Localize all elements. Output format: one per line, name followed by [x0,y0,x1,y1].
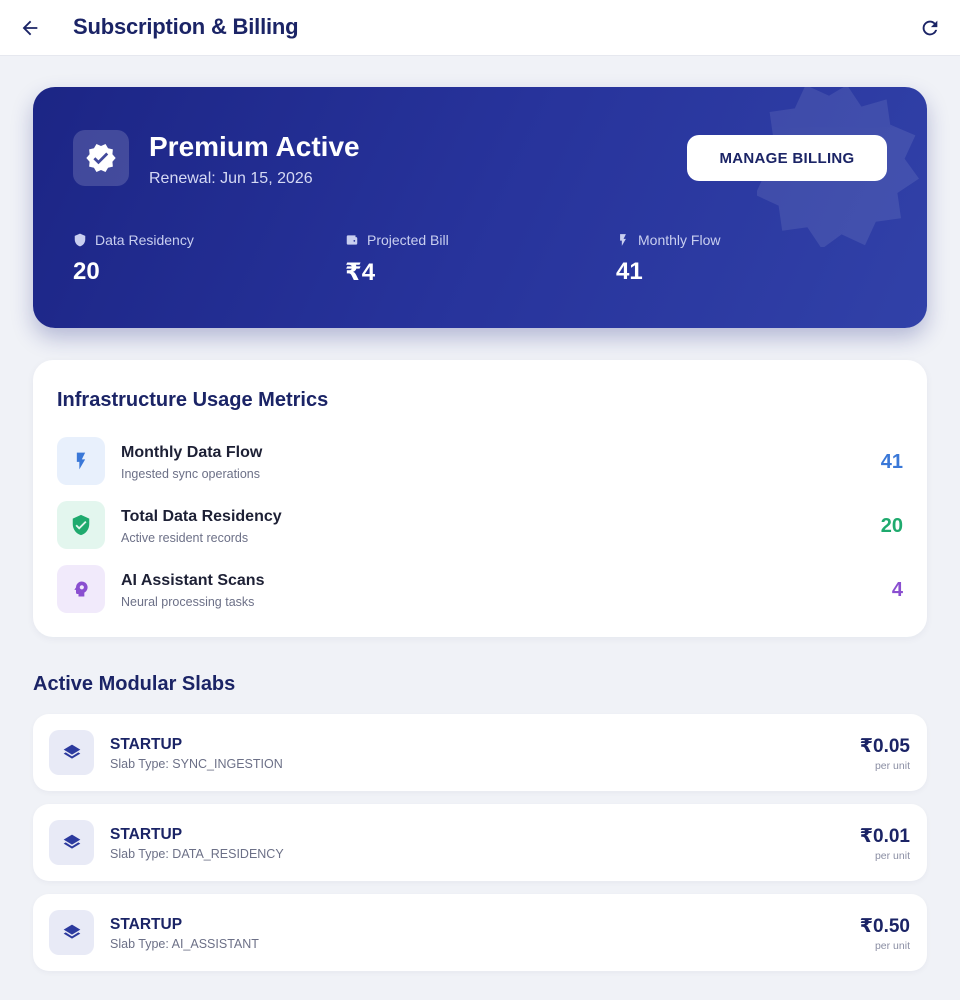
stat-monthly-flow: Monthly Flow 41 [616,232,720,286]
shield-check-icon [57,501,105,549]
page-title: Subscription & Billing [73,14,299,39]
plan-status-title: Premium Active [149,131,360,162]
slab-price-unit: per unit [874,940,910,952]
stat-data-residency: Data Residency 20 [73,232,194,286]
slab-price: ₹0.01 [859,826,910,847]
slab-tier: STARTUP [110,916,183,933]
stat-value: 41 [616,258,643,285]
usage-metrics-card: Infrastructure Usage Metrics Monthly Dat… [33,360,927,637]
slabs-section-title: Active Modular Slabs [33,673,236,695]
stat-projected-bill: Projected Bill ₹4 [345,232,449,287]
stat-label: Monthly Flow [638,232,721,248]
metric-description: Ingested sync operations [121,467,260,481]
metric-name: Total Data Residency [121,508,282,525]
metric-value: 41 [880,451,903,473]
metric-name: AI Assistant Scans [121,572,265,589]
slab-type: Slab Type: SYNC_INGESTION [110,757,283,771]
slab-price: ₹0.50 [859,916,910,937]
shield-icon [74,233,86,247]
metric-description: Neural processing tasks [121,595,255,609]
slab-type: Slab Type: DATA_RESIDENCY [110,847,284,861]
metric-value: 20 [880,515,903,537]
stat-label: Data Residency [95,232,194,248]
layers-icon [49,730,94,775]
usage-metrics-heading: Infrastructure Usage Metrics [57,389,329,411]
metric-row-total-data-residency: Total Data Residency Active resident rec… [57,501,903,549]
subscription-hero-card: Premium Active Renewal: Jun 15, 2026 MAN… [33,87,927,328]
slab-type: Slab Type: AI_ASSISTANT [110,937,259,951]
app-bar: Subscription & Billing [0,0,960,56]
slab-tier: STARTUP [110,736,183,753]
bolt-icon [620,234,626,246]
manage-billing-button[interactable]: MANAGE BILLING [687,135,887,181]
refresh-icon[interactable] [916,14,944,42]
layers-icon [49,820,94,865]
layers-icon [49,910,94,955]
slab-price-unit: per unit [874,760,910,772]
metric-name: Monthly Data Flow [121,444,263,461]
stat-value: 20 [73,258,100,285]
metric-row-ai-assistant-scans: AI Assistant Scans Neural processing tas… [57,565,903,613]
slab-price-unit: per unit [874,850,910,862]
slab-card[interactable]: STARTUP Slab Type: DATA_RESIDENCY ₹0.01 … [33,804,927,881]
slab-card[interactable]: STARTUP Slab Type: SYNC_INGESTION ₹0.05 … [33,714,927,791]
metric-value: 4 [891,579,903,601]
slab-tier: STARTUP [110,826,183,843]
metric-row-monthly-data-flow: Monthly Data Flow Ingested sync operatio… [57,437,903,485]
slab-price: ₹0.05 [859,736,910,757]
metric-description: Active resident records [121,531,249,545]
wallet-icon [346,235,358,245]
arrow-back-icon[interactable] [16,14,44,42]
stat-label: Projected Bill [367,232,449,248]
renewal-date: Renewal: Jun 15, 2026 [149,170,313,187]
verified-badge-icon [73,130,129,186]
stat-value: ₹4 [345,259,376,286]
brain-head-icon [57,565,105,613]
slab-card[interactable]: STARTUP Slab Type: AI_ASSISTANT ₹0.50 pe… [33,894,927,971]
bolt-icon [57,437,105,485]
